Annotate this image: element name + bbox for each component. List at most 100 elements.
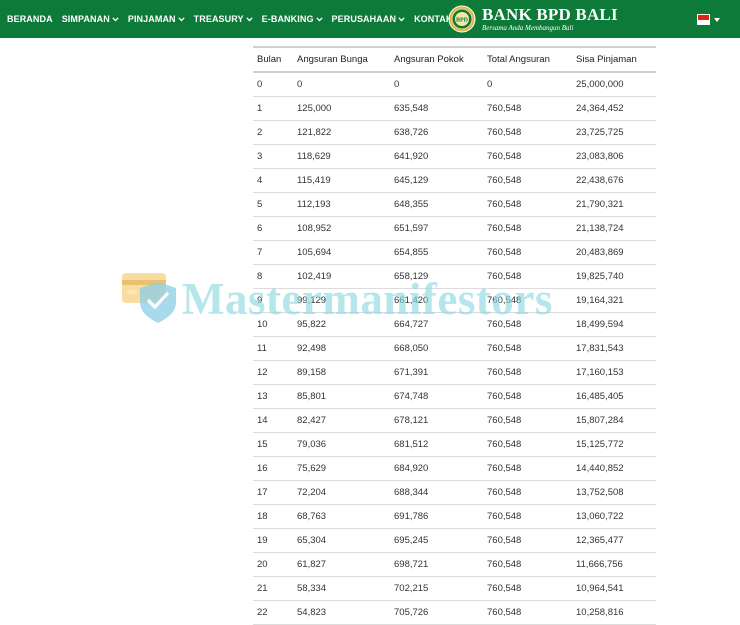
table-row: 6 108,952 651,597 760,548 21,138,724 xyxy=(253,216,656,241)
cell-angsuran-pokok: 0 xyxy=(390,72,483,97)
cell-angsuran-bunga: 89,158 xyxy=(293,360,390,385)
cell-bulan: 6 xyxy=(253,216,293,241)
header-sisa-pinjaman: Sisa Pinjaman xyxy=(572,46,656,73)
cell-angsuran-pokok: 688,344 xyxy=(390,480,483,505)
nav-item-simpanan[interactable]: SIMPANAN xyxy=(62,14,119,24)
cell-sisa-pinjaman: 19,825,740 xyxy=(572,264,656,289)
cell-total-angsuran: 760,548 xyxy=(483,600,572,625)
cell-sisa-pinjaman: 16,485,405 xyxy=(572,384,656,409)
nav-item-label: TREASURY xyxy=(193,14,244,24)
nav-item-label: PERUSAHAAN xyxy=(331,14,397,24)
language-selector[interactable] xyxy=(697,14,720,25)
card-shield-icon xyxy=(120,268,180,328)
cell-angsuran-pokok: 705,726 xyxy=(390,600,483,625)
table-row: 14 82,427 678,121 760,548 15,807,284 xyxy=(253,408,656,433)
brand-tagline: Bersama Anda Membangun Bali xyxy=(482,23,574,32)
table-row: 10 95,822 664,727 760,548 18,499,594 xyxy=(253,312,656,337)
nav-item-beranda[interactable]: BERANDA xyxy=(7,14,53,24)
cell-sisa-pinjaman: 20,483,869 xyxy=(572,240,656,265)
cell-bulan: 22 xyxy=(253,600,293,625)
chevron-down-icon xyxy=(315,16,323,22)
cell-angsuran-pokok: 695,245 xyxy=(390,528,483,553)
cell-total-angsuran: 760,548 xyxy=(483,312,572,337)
cell-angsuran-bunga: 112,193 xyxy=(293,192,390,217)
cell-angsuran-bunga: 108,952 xyxy=(293,216,390,241)
cell-angsuran-pokok: 638,726 xyxy=(390,120,483,145)
table-row: 8 102,419 658,129 760,548 19,825,740 xyxy=(253,264,656,289)
cell-total-angsuran: 760,548 xyxy=(483,120,572,145)
cell-sisa-pinjaman: 22,438,676 xyxy=(572,168,656,193)
cell-bulan: 17 xyxy=(253,480,293,505)
cell-angsuran-bunga: 125,000 xyxy=(293,96,390,121)
nav-item-treasury[interactable]: TREASURY xyxy=(194,14,253,24)
table-row: 11 92,498 668,050 760,548 17,831,543 xyxy=(253,336,656,361)
table-row: 0 0 0 0 25,000,000 xyxy=(253,72,656,97)
brand-home-link[interactable]: BPD BANK BPD BALI Bersama Anda Membangun… xyxy=(448,4,618,34)
cell-angsuran-pokok: 661,420 xyxy=(390,288,483,313)
nav-item-label: BERANDA xyxy=(7,14,53,24)
cell-total-angsuran: 760,548 xyxy=(483,552,572,577)
cell-angsuran-bunga: 65,304 xyxy=(293,528,390,553)
cell-sisa-pinjaman: 15,807,284 xyxy=(572,408,656,433)
cell-angsuran-bunga: 79,036 xyxy=(293,432,390,457)
cell-angsuran-pokok: 671,391 xyxy=(390,360,483,385)
cell-total-angsuran: 760,548 xyxy=(483,216,572,241)
cell-sisa-pinjaman: 11,666,756 xyxy=(572,552,656,577)
table-row: 5 112,193 648,355 760,548 21,790,321 xyxy=(253,192,656,217)
cell-total-angsuran: 760,548 xyxy=(483,528,572,553)
cell-bulan: 16 xyxy=(253,456,293,481)
cell-sisa-pinjaman: 25,000,000 xyxy=(572,72,656,97)
nav-item-label: E-BANKING xyxy=(261,14,314,24)
cell-angsuran-pokok: 664,727 xyxy=(390,312,483,337)
cell-sisa-pinjaman: 19,164,321 xyxy=(572,288,656,313)
brand-name: BANK BPD BALI xyxy=(482,4,618,24)
cell-sisa-pinjaman: 21,138,724 xyxy=(572,216,656,241)
cell-angsuran-pokok: 678,121 xyxy=(390,408,483,433)
main-menu: BERANDA SIMPANAN PINJAMAN TREASURY E-BANKING… xyxy=(7,14,471,24)
logo-text: BPD xyxy=(456,18,469,24)
cell-bulan: 9 xyxy=(253,288,293,313)
table-row: 21 58,334 702,215 760,548 10,964,541 xyxy=(253,576,656,601)
cell-bulan: 11 xyxy=(253,336,293,361)
cell-sisa-pinjaman: 15,125,772 xyxy=(572,432,656,457)
cell-total-angsuran: 760,548 xyxy=(483,480,572,505)
cell-total-angsuran: 760,548 xyxy=(483,96,572,121)
cell-angsuran-pokok: 651,597 xyxy=(390,216,483,241)
amortization-table: Bulan Angsuran Bunga Angsuran Pokok Tota… xyxy=(253,46,656,625)
table-row: 3 118,629 641,920 760,548 23,083,806 xyxy=(253,144,656,169)
table-row: 22 54,823 705,726 760,548 10,258,816 xyxy=(253,600,656,625)
cell-angsuran-bunga: 61,827 xyxy=(293,552,390,577)
cell-sisa-pinjaman: 13,752,508 xyxy=(572,480,656,505)
chevron-down-icon xyxy=(177,16,185,22)
chevron-down-icon xyxy=(112,16,119,22)
cell-angsuran-pokok: 691,786 xyxy=(390,504,483,529)
header-angsuran-pokok: Angsuran Pokok xyxy=(390,46,483,73)
cell-angsuran-bunga: 82,427 xyxy=(293,408,390,433)
chevron-down-icon xyxy=(398,16,405,22)
cell-angsuran-bunga: 0 xyxy=(293,72,390,97)
cell-sisa-pinjaman: 18,499,594 xyxy=(572,312,656,337)
cell-sisa-pinjaman: 21,790,321 xyxy=(572,192,656,217)
cell-bulan: 5 xyxy=(253,192,293,217)
cell-sisa-pinjaman: 17,160,153 xyxy=(572,360,656,385)
nav-item-e-banking[interactable]: E-BANKING xyxy=(262,14,323,24)
nav-item-pinjaman[interactable]: PINJAMAN xyxy=(128,14,185,24)
table-row: 2 121,822 638,726 760,548 23,725,725 xyxy=(253,120,656,145)
cell-angsuran-bunga: 121,822 xyxy=(293,120,390,145)
cell-bulan: 0 xyxy=(253,72,293,97)
caret-down-icon xyxy=(714,17,720,22)
table-row: 20 61,827 698,721 760,548 11,666,756 xyxy=(253,552,656,577)
cell-angsuran-bunga: 99,129 xyxy=(293,288,390,313)
cell-sisa-pinjaman: 23,083,806 xyxy=(572,144,656,169)
bank-logo-icon: BPD xyxy=(448,5,476,33)
table-row: 4 115,419 645,129 760,548 22,438,676 xyxy=(253,168,656,193)
cell-bulan: 2 xyxy=(253,120,293,145)
cell-bulan: 4 xyxy=(253,168,293,193)
cell-total-angsuran: 760,548 xyxy=(483,288,572,313)
cell-angsuran-bunga: 68,763 xyxy=(293,504,390,529)
cell-sisa-pinjaman: 13,060,722 xyxy=(572,504,656,529)
nav-item-perusahaan[interactable]: PERUSAHAAN xyxy=(332,14,406,24)
header-angsuran-bunga: Angsuran Bunga xyxy=(293,46,390,73)
cell-total-angsuran: 760,548 xyxy=(483,408,572,433)
table-row: 16 75,629 684,920 760,548 14,440,852 xyxy=(253,456,656,481)
